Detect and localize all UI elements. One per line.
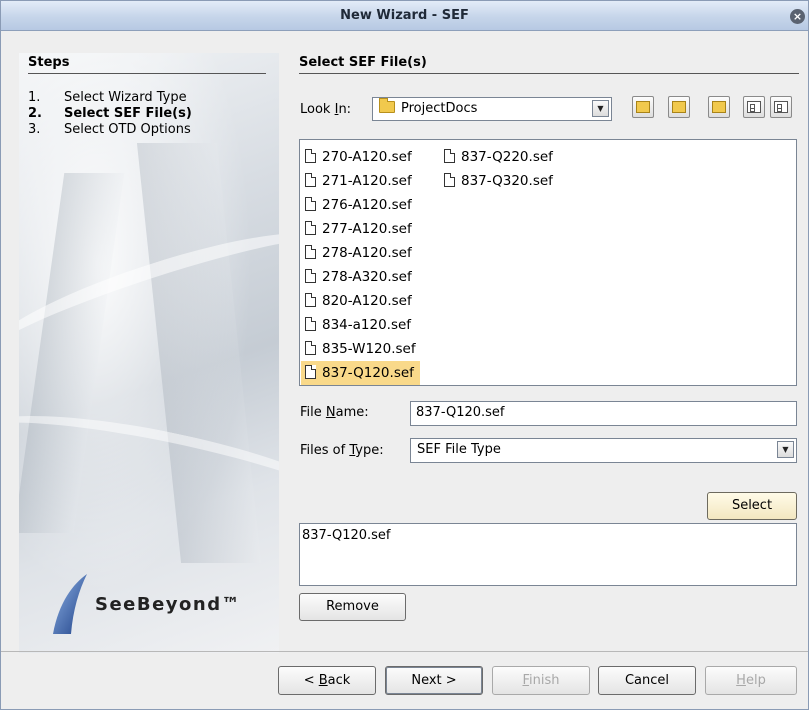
steps-background-image xyxy=(19,53,279,653)
next-button[interactable]: Next > xyxy=(385,666,483,695)
file-item[interactable]: 278-A320.sef xyxy=(301,265,420,289)
files-of-type-label: Files of Type: xyxy=(300,443,384,458)
step-item: 3. Select OTD Options xyxy=(28,122,191,137)
file-item[interactable]: 834-a120.sef xyxy=(301,313,420,337)
new-folder-button[interactable] xyxy=(708,96,730,118)
home-button[interactable] xyxy=(668,96,690,118)
file-icon xyxy=(305,173,316,187)
file-name: 835-W120.sef xyxy=(322,341,416,357)
file-name: 270-A120.sef xyxy=(322,149,412,165)
file-item[interactable]: 837-Q120.sef xyxy=(301,361,420,385)
window-title: New Wizard - SEF xyxy=(340,8,469,23)
file-icon xyxy=(305,269,316,283)
steps-header: Steps xyxy=(28,55,70,70)
select-button[interactable]: Select xyxy=(707,492,797,520)
wizard-window: New Wizard - SEF × Steps 1. Select Wizard… xyxy=(0,0,809,710)
file-icon xyxy=(444,149,455,163)
file-list[interactable]: 270-A120.sef 271-A120.sef 276-A120.sef 277-… xyxy=(299,139,797,386)
file-name-label: File Name: xyxy=(300,405,369,420)
chevron-down-icon[interactable]: ▼ xyxy=(777,441,794,458)
chevron-down-icon[interactable]: ▼ xyxy=(592,100,609,117)
steps-list: 1. Select Wizard Type 2. Select SEF File(s… xyxy=(28,90,192,138)
file-icon xyxy=(305,221,316,235)
selected-files-list[interactable]: 837-Q120.sef xyxy=(299,523,797,586)
list-item[interactable]: 837-Q120.sef xyxy=(302,528,794,543)
new-folder-icon xyxy=(712,101,726,113)
file-icon xyxy=(444,173,455,187)
file-icon xyxy=(305,341,316,355)
file-item[interactable]: 277-A120.sef xyxy=(301,217,420,241)
title-bar[interactable]: New Wizard - SEF × xyxy=(1,1,808,31)
file-icon xyxy=(305,149,316,163)
file-name: 278-A320.sef xyxy=(322,269,412,285)
step-item-current: 2. Select SEF File(s) xyxy=(28,106,192,121)
finish-button[interactable]: Finish xyxy=(492,666,590,695)
file-name: 276-A120.sef xyxy=(322,197,412,213)
title-divider xyxy=(299,73,799,74)
file-icon xyxy=(305,293,316,307)
seebeyond-logo-text: SeeBeyond™ xyxy=(95,594,242,615)
up-folder-icon xyxy=(636,101,650,113)
file-icon xyxy=(305,365,316,379)
steps-divider xyxy=(28,73,266,74)
folder-icon xyxy=(379,98,395,113)
file-name: 278-A120.sef xyxy=(322,245,412,261)
file-name: 271-A120.sef xyxy=(322,173,412,189)
details-view-button[interactable] xyxy=(770,96,792,118)
file-name: 834-a120.sef xyxy=(322,317,412,333)
file-item[interactable]: 820-A120.sef xyxy=(301,289,420,313)
up-folder-button[interactable] xyxy=(632,96,654,118)
file-item[interactable]: 270-A120.sef xyxy=(301,145,420,169)
details-view-icon xyxy=(774,101,788,113)
page-title: Select SEF File(s) xyxy=(299,55,427,70)
file-item[interactable]: 837-Q220.sef xyxy=(440,145,557,169)
file-item[interactable]: 276-A120.sef xyxy=(301,193,420,217)
file-name: 837-Q220.sef xyxy=(461,149,553,165)
file-item[interactable]: 278-A120.sef xyxy=(301,241,420,265)
file-name: 837-Q120.sef xyxy=(322,365,414,381)
file-name: 837-Q320.sef xyxy=(461,173,553,189)
file-column: 270-A120.sef 271-A120.sef 276-A120.sef 277-… xyxy=(301,145,420,385)
file-icon xyxy=(305,317,316,331)
file-name: 820-A120.sef xyxy=(322,293,412,309)
file-icon xyxy=(305,245,316,259)
look-in-dropdown[interactable]: ProjectDocs ▼ xyxy=(372,97,612,121)
file-name: 277-A120.sef xyxy=(322,221,412,237)
remove-button[interactable]: Remove xyxy=(299,593,406,621)
list-view-icon xyxy=(747,101,761,113)
files-of-type-dropdown[interactable]: SEF File Type ▼ xyxy=(410,438,797,463)
look-in-label: Look In: xyxy=(300,102,352,117)
cancel-button[interactable]: Cancel xyxy=(598,666,696,695)
back-button[interactable]: < Back xyxy=(278,666,376,695)
list-view-button[interactable] xyxy=(743,96,765,118)
close-icon[interactable]: × xyxy=(790,9,805,24)
help-button[interactable]: Help xyxy=(705,666,797,695)
file-item[interactable]: 835-W120.sef xyxy=(301,337,420,361)
file-icon xyxy=(305,197,316,211)
file-name-input[interactable]: 837-Q120.sef xyxy=(410,401,797,426)
file-item[interactable]: 271-A120.sef xyxy=(301,169,420,193)
footer-divider xyxy=(1,651,808,652)
step-item: 1. Select Wizard Type xyxy=(28,90,187,105)
file-item[interactable]: 837-Q320.sef xyxy=(440,169,557,193)
file-column: 837-Q220.sef 837-Q320.sef xyxy=(440,145,557,193)
home-icon xyxy=(672,101,686,113)
seebeyond-logo-icon xyxy=(53,574,87,634)
